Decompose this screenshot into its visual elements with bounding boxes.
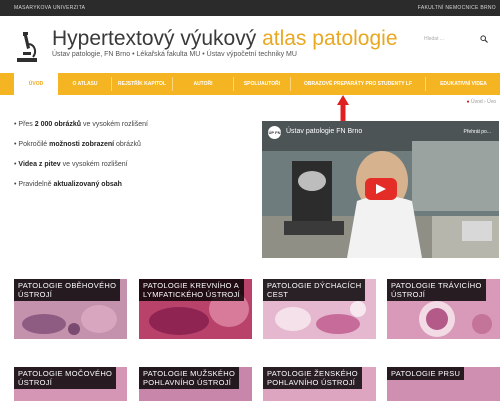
tile-label: PATOLOGIE ŽENSKÉHO POHLAVNÍHO ÚSTROJÍ: [263, 367, 362, 389]
title-main: Hypertextový výukový: [52, 27, 263, 50]
breadcrumb-current: Úvo: [487, 99, 496, 105]
play-icon: [376, 184, 386, 194]
microscope-logo-icon[interactable]: [14, 30, 40, 64]
feature-item: • Přes 2 000 obrázků ve vysokém rozlišen…: [14, 121, 148, 128]
tile-label: PATOLOGIE TRÁVICÍHO ÚSTROJÍ: [387, 279, 486, 301]
nav-item-o-atlasu[interactable]: O ATLASU: [60, 73, 110, 95]
breadcrumb: ● Úvod › Úvo: [467, 99, 496, 105]
youtube-video-embed[interactable]: ÚP FN Ústav patologie FN Brno Přehrát po…: [262, 121, 499, 258]
category-tile-dychaci[interactable]: PATOLOGIE DÝCHACÍCH CEST: [263, 279, 376, 339]
feature-item: • Pokročilé možnosti zobrazení obrázků: [14, 141, 141, 148]
category-tile-zenske[interactable]: PATOLOGIE ŽENSKÉHO POHLAVNÍHO ÚSTROJÍ: [263, 367, 376, 401]
video-title[interactable]: Ústav patologie FN Brno: [286, 128, 362, 135]
tile-label: PATOLOGIE PRSU: [387, 367, 465, 380]
breadcrumb-home[interactable]: Úvod: [471, 99, 483, 105]
site-title[interactable]: Hypertextový výukový atlas patologie: [52, 27, 398, 51]
feature-item: • Pravidelně aktualizovaný obsah: [14, 181, 122, 188]
nav-item-spoluautori[interactable]: SPOLUAUTOŘI: [235, 73, 289, 95]
category-tile-prsu[interactable]: PATOLOGIE PRSU: [387, 367, 500, 401]
feature-list: • Přes 2 000 obrázků ve vysokém rozlišen…: [14, 121, 244, 201]
watch-later-button[interactable]: Přehrát po...: [463, 129, 491, 135]
title-highlight: atlas patologie: [262, 27, 398, 50]
nav-item-obrazove-preparaty[interactable]: OBRAZOVÉ PREPARÁTY PRO STUDENTY LF: [292, 73, 424, 95]
hospital-name[interactable]: FAKULTNÍ NEMOCNICE BRNO: [418, 5, 496, 11]
nav-item-uvod[interactable]: ÚVOD: [14, 73, 58, 95]
category-tile-krevni[interactable]: PATOLOGIE KREVNÍHO A LYMFATICKÉHO ÚSTROJÍ: [139, 279, 252, 339]
nav-item-autori[interactable]: AUTOŘI: [174, 73, 232, 95]
home-dot-icon: ●: [466, 99, 470, 105]
university-name[interactable]: MASARYKOVA UNIVERZITA: [14, 5, 85, 11]
search-icon[interactable]: [480, 35, 488, 43]
category-tile-mocove[interactable]: PATOLOGIE MOČOVÉHO ÚSTROJÍ: [14, 367, 127, 401]
play-button[interactable]: [365, 178, 397, 200]
category-tile-muzske[interactable]: PATOLOGIE MUŽSKÉHO POHLAVNÍHO ÚSTROJÍ: [139, 367, 252, 401]
category-tile-obehove[interactable]: PATOLOGIE OBĚHOVÉHO ÚSTROJÍ: [14, 279, 127, 339]
red-up-arrow-icon: [337, 95, 349, 121]
category-tile-travici[interactable]: PATOLOGIE TRÁVICÍHO ÚSTROJÍ: [387, 279, 500, 339]
nav-separator: [425, 77, 426, 91]
university-strip: MASARYKOVA UNIVERZITA FAKULTNÍ NEMOCNICE…: [0, 0, 500, 16]
nav-separator: [172, 77, 173, 91]
nav-item-rejstrik-kapitol[interactable]: REJSTŘÍK KAPITOL: [113, 73, 171, 95]
tile-label: PATOLOGIE DÝCHACÍCH CEST: [263, 279, 366, 301]
channel-logo[interactable]: ÚP FN: [268, 126, 281, 139]
site-subtitle: Ústav patologie, FN Brno • Lékařská faku…: [52, 51, 297, 58]
tile-label: PATOLOGIE MUŽSKÉHO POHLAVNÍHO ÚSTROJÍ: [139, 367, 240, 389]
feature-item: • Videa z pitev ve vysokém rozlišení: [14, 161, 128, 168]
nav-item-edukativni-videa[interactable]: EDUKATIVNÍ VIDEA: [427, 73, 500, 95]
main-navigation: ÚVOD O ATLASU REJSTŘÍK KAPITOL AUTOŘI SP…: [0, 73, 500, 95]
tile-label: PATOLOGIE KREVNÍHO A LYMFATICKÉHO ÚSTROJÍ: [139, 279, 244, 301]
tile-label: PATOLOGIE MOČOVÉHO ÚSTROJÍ: [14, 367, 117, 389]
nav-separator: [233, 77, 234, 91]
nav-separator: [290, 77, 291, 91]
breadcrumb-separator: ›: [484, 99, 486, 105]
nav-separator: [111, 77, 112, 91]
search-input[interactable]: Hledat ...: [424, 36, 444, 42]
tile-label: PATOLOGIE OBĚHOVÉHO ÚSTROJÍ: [14, 279, 121, 301]
search-box[interactable]: Hledat ...: [422, 34, 488, 46]
